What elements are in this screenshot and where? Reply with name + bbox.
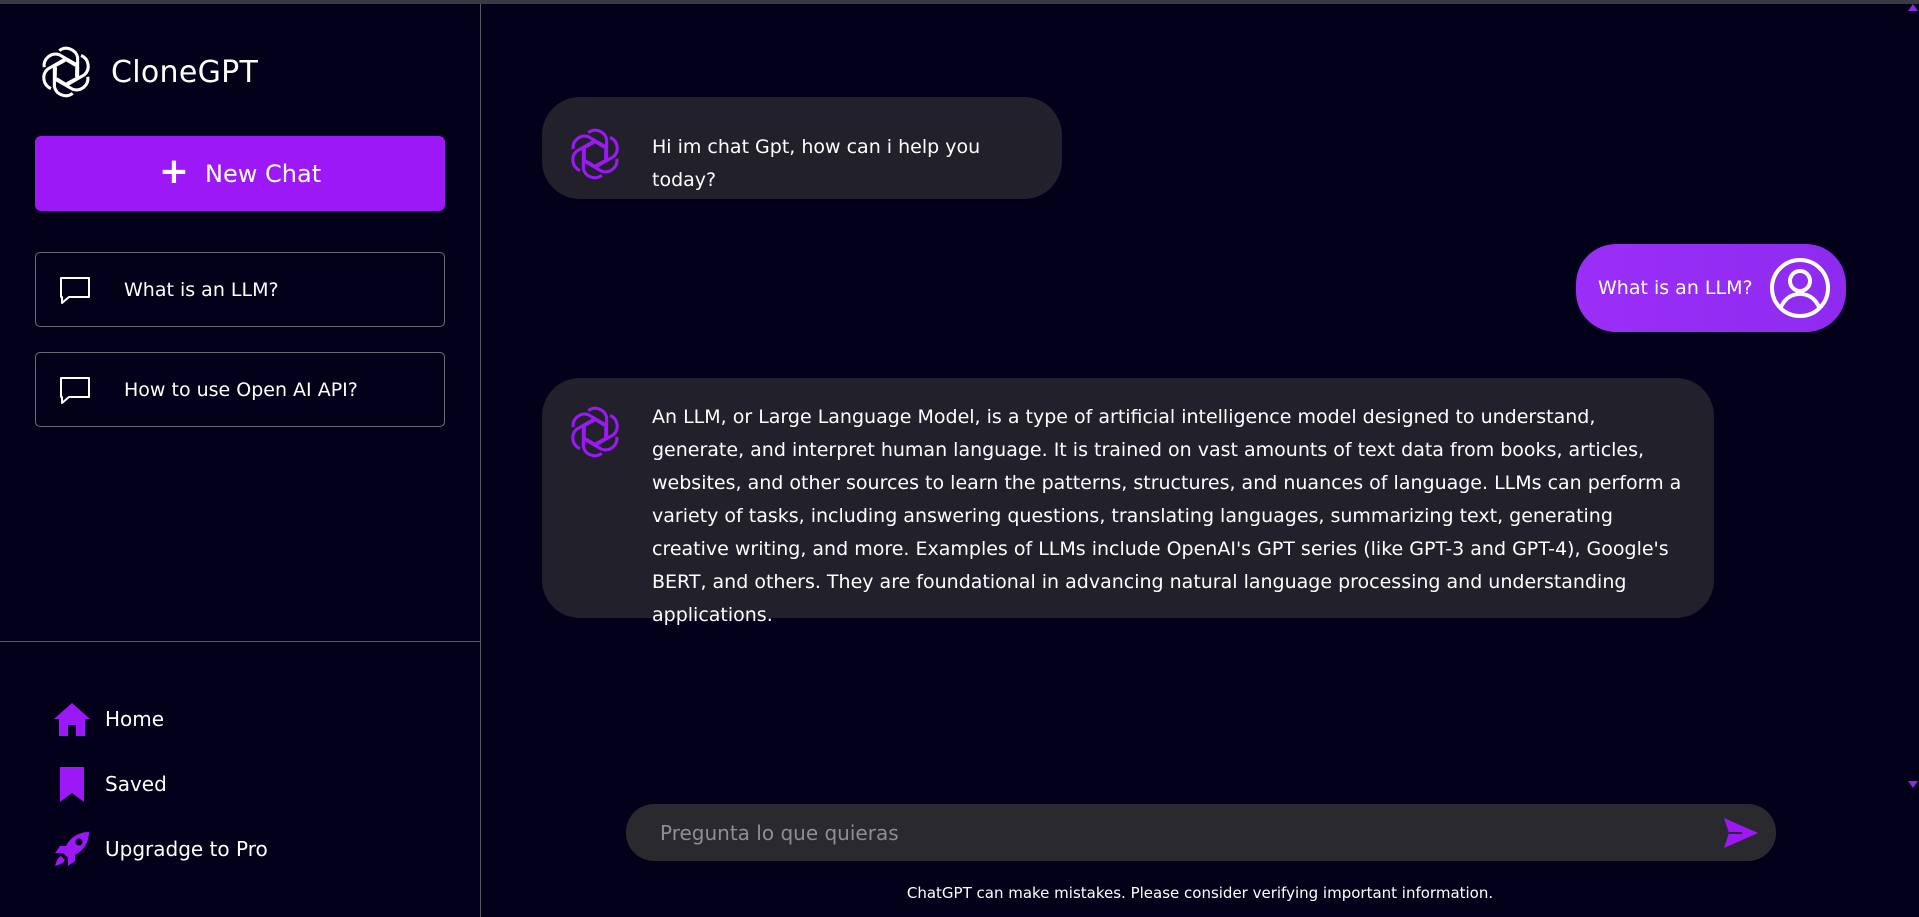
nav-item-saved[interactable]: Saved [52, 764, 268, 804]
nav-item-label: Upgradge to Pro [105, 837, 268, 861]
chat-area: Hi im chat Gpt, how can i help you today… [481, 4, 1919, 917]
scroll-down-arrow-icon[interactable] [1908, 781, 1918, 788]
user-message: What is an LLM? [1576, 244, 1846, 332]
scrollbar[interactable] [1907, 4, 1919, 788]
message-text: What is an LLM? [1598, 277, 1753, 299]
home-icon [54, 703, 90, 736]
message-text: Hi im chat Gpt, how can i help you today… [652, 136, 981, 191]
message-text: An LLM, or Large Language Model, is a ty… [652, 406, 1682, 626]
chat-history-label: How to use Open AI API? [124, 378, 358, 401]
chat-bubble-icon [60, 376, 90, 404]
message-input[interactable] [626, 804, 1722, 861]
user-avatar-icon [1770, 258, 1830, 318]
new-chat-label: New Chat [205, 159, 322, 188]
openai-logo-icon [571, 128, 619, 180]
message-composer [626, 804, 1776, 861]
nav-item-upgrade[interactable]: Upgradge to Pro [52, 829, 268, 869]
openai-logo-icon [42, 46, 90, 98]
new-chat-button[interactable]: + New Chat [35, 136, 445, 211]
send-icon[interactable] [1722, 816, 1760, 850]
chat-history-item[interactable]: How to use Open AI API? [35, 352, 445, 427]
nav-item-home[interactable]: Home [52, 699, 268, 739]
scroll-up-arrow-icon[interactable] [1908, 4, 1918, 11]
bookmark-icon [60, 767, 84, 802]
chat-history-label: What is an LLM? [124, 278, 279, 301]
plus-icon: + [158, 150, 190, 192]
nav-item-label: Home [105, 707, 165, 731]
sidebar-nav: Home Saved Upgradge to Pro [52, 699, 268, 869]
sidebar-divider [0, 641, 480, 642]
app-window: CloneGPT + New Chat What is an LLM? How … [0, 0, 1919, 917]
chat-bubble-icon [60, 276, 90, 304]
app-title: CloneGPT [111, 54, 259, 90]
openai-logo-icon [571, 406, 619, 458]
disclaimer-text: ChatGPT can make mistakes. Please consid… [906, 884, 1494, 902]
sidebar: CloneGPT + New Chat What is an LLM? How … [0, 4, 481, 917]
chat-history-item[interactable]: What is an LLM? [35, 252, 445, 327]
bot-message: Hi im chat Gpt, how can i help you today… [542, 97, 1062, 199]
bot-message: An LLM, or Large Language Model, is a ty… [542, 378, 1714, 626]
rocket-icon [55, 832, 89, 866]
nav-item-label: Saved [105, 772, 167, 796]
brand: CloneGPT [0, 4, 480, 105]
